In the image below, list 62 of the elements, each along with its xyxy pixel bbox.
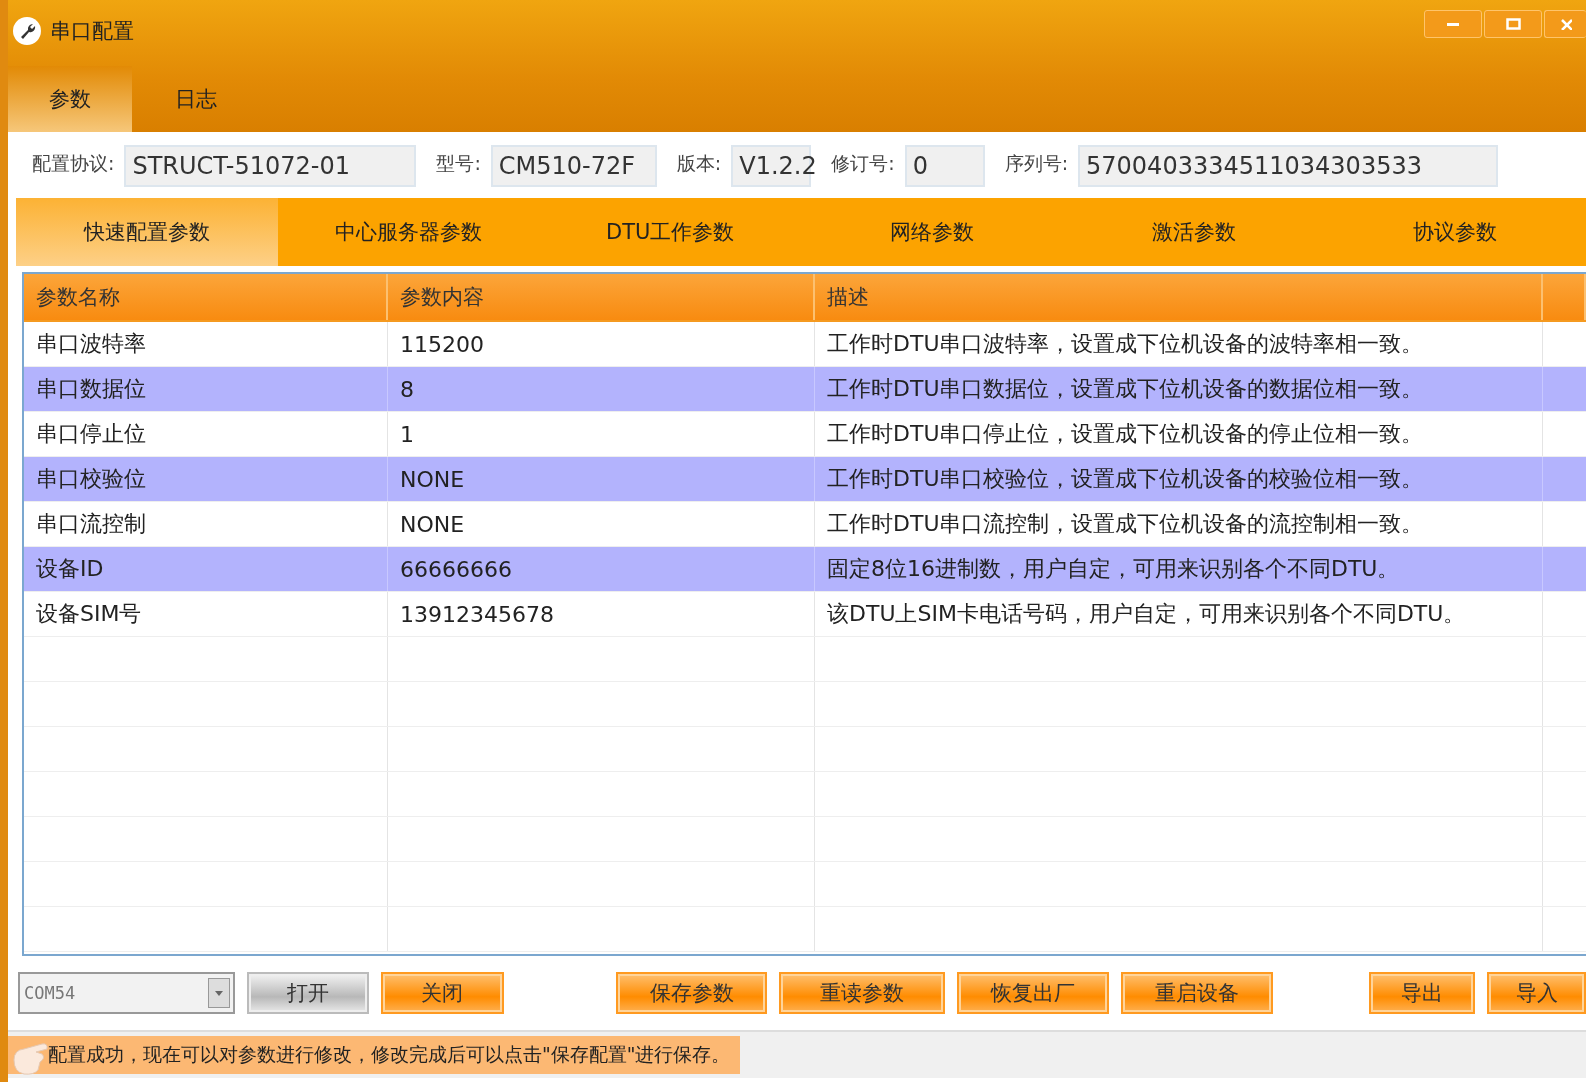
param-tab[interactable]: 网络参数 xyxy=(801,198,1063,266)
minimize-icon xyxy=(1447,22,1459,26)
table-cell: 66666666 xyxy=(388,547,815,591)
table-cell: 工作时DTU串口停止位，设置成下位机设备的停止位相一致。 xyxy=(815,412,1543,456)
info-field[interactable]: 0 xyxy=(904,145,985,187)
table-cell: 1 xyxy=(388,412,815,456)
toolbar-button[interactable]: 重启设备 xyxy=(1121,972,1273,1014)
table-cell: 工作时DTU串口数据位，设置成下位机设备的数据位相一致。 xyxy=(815,367,1543,411)
field-label: 配置协议: xyxy=(32,151,115,176)
field-label: 版本: xyxy=(676,151,722,176)
port-dropdown[interactable]: COM54 xyxy=(18,972,235,1014)
param-tab[interactable]: DTU工作参数 xyxy=(539,198,801,266)
table-row[interactable]: 串口数据位 8 工作时DTU串口数据位，设置成下位机设备的数据位相一致。 xyxy=(24,367,1586,412)
table-row[interactable]: 设备ID 66666666 固定8位16进制数，用户自定，可用来识别各个不同DTU。 xyxy=(24,547,1586,592)
maximize-button[interactable] xyxy=(1484,10,1542,38)
table-cell: 串口波特率 xyxy=(24,322,388,366)
wrench-icon xyxy=(12,16,42,46)
table-cell: 固定8位16进制数，用户自定，可用来识别各个不同DTU。 xyxy=(815,547,1543,591)
table-cell: 串口校验位 xyxy=(24,457,388,501)
table-cell: NONE xyxy=(388,457,815,501)
table-row[interactable]: 设备SIM号 13912345678 该DTU上SIM卡电话号码，用户自定，可用来识别各个不同DTU。 xyxy=(24,592,1586,637)
table-cell: 设备SIM号 xyxy=(24,592,388,636)
column-header[interactable]: 参数内容 xyxy=(388,274,815,320)
table-cell: 13912345678 xyxy=(388,592,815,636)
table-cell: 工作时DTU串口流控制，设置成下位机设备的流控制相一致。 xyxy=(815,502,1543,546)
param-tab[interactable]: 协议参数 xyxy=(1324,198,1586,266)
param-tab[interactable]: 激活参数 xyxy=(1062,198,1325,266)
column-header[interactable]: 参数名称 xyxy=(24,274,388,320)
toolbar-button[interactable]: 保存参数 xyxy=(615,972,768,1014)
table-cell: 该DTU上SIM卡电话号码，用户自定，可用来识别各个不同DTU。 xyxy=(815,592,1543,636)
param-tab[interactable]: 中心服务器参数 xyxy=(277,198,540,266)
info-field[interactable]: CM510-72F xyxy=(490,145,657,187)
toolbar-button[interactable]: 恢复出厂 xyxy=(957,972,1109,1014)
toolbar-button[interactable]: 导出 xyxy=(1368,972,1476,1014)
param-tab[interactable]: 快速配置参数 xyxy=(16,198,278,266)
close-button[interactable] xyxy=(1544,10,1586,38)
table-cell: 串口数据位 xyxy=(24,367,388,411)
table-cell: 串口流控制 xyxy=(24,502,388,546)
maximize-icon xyxy=(1505,18,1521,30)
info-field[interactable]: STRUCT-51072-01 xyxy=(124,145,417,187)
field-label: 修订号: xyxy=(831,151,895,176)
toolbar-button[interactable]: 重读参数 xyxy=(779,972,946,1014)
toolbar-button[interactable]: 关闭 xyxy=(381,972,504,1014)
table-cell: 设备ID xyxy=(24,547,388,591)
table-cell: 工作时DTU串口校验位，设置成下位机设备的校验位相一致。 xyxy=(815,457,1543,501)
column-header[interactable]: 描述 xyxy=(815,274,1543,320)
table-cell: 串口停止位 xyxy=(24,412,388,456)
toolbar-button[interactable]: 导入 xyxy=(1487,972,1586,1014)
info-field[interactable]: 5700403334511034303533 xyxy=(1078,145,1499,187)
table-row[interactable]: 串口校验位 NONE 工作时DTU串口校验位，设置成下位机设备的校验位相一致。 xyxy=(24,457,1586,502)
table-cell: NONE xyxy=(388,502,815,546)
table-cell: 115200 xyxy=(388,322,815,366)
minimize-button[interactable] xyxy=(1424,10,1482,38)
close-icon xyxy=(1559,18,1572,30)
table-cell: 8 xyxy=(388,367,815,411)
table-cell: 工作时DTU串口波特率，设置成下位机设备的波特率相一致。 xyxy=(815,322,1543,366)
status-message: 配置成功，现在可以对参数进行修改，修改完成后可以点击"保存配置"进行保存。 xyxy=(8,1036,741,1074)
main-tab[interactable]: 参数 xyxy=(8,66,132,132)
window-title: 串口配置 xyxy=(50,18,134,45)
field-label: 序列号: xyxy=(1004,151,1069,176)
field-label: 型号: xyxy=(436,151,481,176)
main-tab[interactable]: 日志 xyxy=(132,66,260,132)
